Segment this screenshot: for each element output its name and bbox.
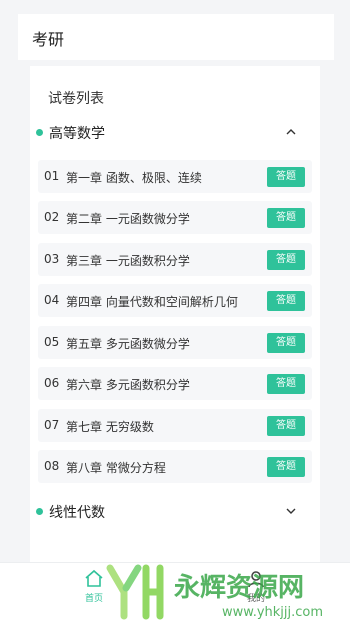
answer-button[interactable]: 答题 bbox=[267, 250, 305, 270]
chapter-name: 第二章 一元函数微分学 bbox=[66, 212, 190, 226]
list-title: 试卷列表 bbox=[48, 91, 104, 107]
chapter-number: 02 bbox=[44, 210, 60, 224]
page-title: 考研 bbox=[32, 30, 65, 49]
tab-mine[interactable]: 我的 bbox=[226, 563, 286, 623]
answer-button[interactable]: 答题 bbox=[267, 457, 305, 477]
bottom-tab-bar: 首页 我的 bbox=[0, 562, 350, 623]
chevron-up-icon[interactable] bbox=[284, 125, 298, 139]
answer-button[interactable]: 答题 bbox=[267, 333, 305, 353]
home-icon bbox=[85, 569, 103, 587]
chapter-name: 第一章 函数、极限、连续 bbox=[66, 171, 202, 185]
chapter-number: 06 bbox=[44, 376, 60, 390]
chapter-name: 第六章 多元函数积分学 bbox=[66, 378, 190, 392]
tab-label: 我的 bbox=[246, 594, 265, 604]
section-dot-icon bbox=[36, 129, 43, 136]
answer-button[interactable]: 答题 bbox=[267, 374, 305, 394]
tab-label: 首页 bbox=[84, 594, 103, 604]
chapter-name: 第八章 常微分方程 bbox=[66, 461, 166, 475]
chapter-row: 03 第三章 一元函数积分学 答题 bbox=[38, 243, 312, 276]
tab-home[interactable]: 首页 bbox=[64, 563, 124, 623]
section-label: 高等数学 bbox=[49, 126, 105, 142]
answer-button[interactable]: 答题 bbox=[267, 416, 305, 436]
user-icon bbox=[248, 571, 264, 588]
chapter-row: 02 第二章 一元函数微分学 答题 bbox=[38, 201, 312, 234]
chapter-number: 03 bbox=[44, 252, 60, 266]
chapter-row: 06 第六章 多元函数积分学 答题 bbox=[38, 367, 312, 400]
section-dot-icon bbox=[36, 508, 43, 515]
answer-button[interactable]: 答题 bbox=[267, 291, 305, 311]
chapter-number: 07 bbox=[44, 418, 60, 432]
chapter-row: 05 第五章 多元函数微分学 答题 bbox=[38, 326, 312, 359]
chapter-name: 第三章 一元函数积分学 bbox=[66, 254, 190, 268]
answer-button[interactable]: 答题 bbox=[267, 208, 305, 228]
chapter-row: 07 第七章 无穷级数 答题 bbox=[38, 409, 312, 442]
section-label: 线性代数 bbox=[49, 505, 105, 521]
chapter-name: 第七章 无穷级数 bbox=[66, 420, 154, 434]
header-card: 考研 bbox=[18, 14, 334, 60]
chapter-number: 04 bbox=[44, 293, 60, 307]
section-header-linear-algebra[interactable]: 线性代数 bbox=[30, 500, 320, 524]
exam-list-panel: 试卷列表 高等数学 01 第一章 函数、极限、连续 答题 02 第二章 一元函数… bbox=[30, 66, 320, 562]
chapter-number: 01 bbox=[44, 169, 60, 183]
answer-button[interactable]: 答题 bbox=[267, 167, 305, 187]
chevron-down-icon[interactable] bbox=[284, 504, 298, 518]
chapter-row: 04 第四章 向量代数和空间解析几何 答题 bbox=[38, 284, 312, 317]
section-header-advanced-math[interactable]: 高等数学 bbox=[30, 121, 320, 145]
chapter-number: 05 bbox=[44, 335, 60, 349]
chapter-row: 08 第八章 常微分方程 答题 bbox=[38, 450, 312, 483]
chapter-number: 08 bbox=[44, 459, 60, 473]
chapter-row: 01 第一章 函数、极限、连续 答题 bbox=[38, 160, 312, 193]
chapter-name: 第四章 向量代数和空间解析几何 bbox=[66, 295, 238, 309]
app-header: 考研 bbox=[0, 0, 350, 66]
chapter-name: 第五章 多元函数微分学 bbox=[66, 337, 190, 351]
